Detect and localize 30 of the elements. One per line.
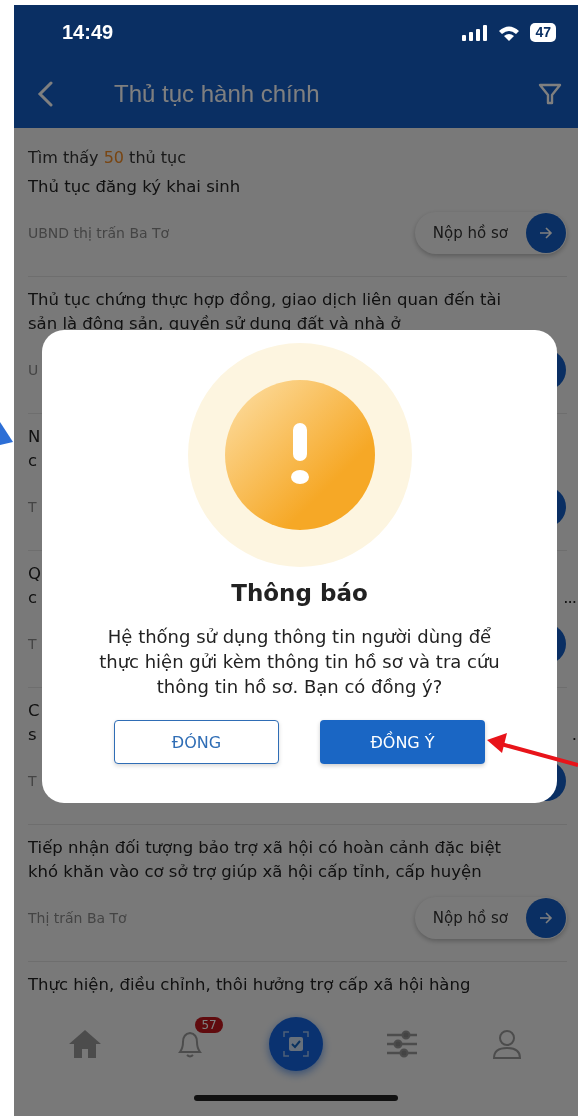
header-title: Thủ tục hành chính — [114, 80, 321, 108]
sliders-icon[interactable] — [385, 1029, 418, 1058]
scan-button[interactable] — [269, 1016, 323, 1071]
battery-level: 47 — [530, 23, 556, 42]
procedure-title[interactable]: Tiếp nhận đối tượng bảo trợ xã hội có hoàn cảnh đặc biệt — [28, 836, 567, 860]
wifi-icon — [498, 24, 521, 41]
filter-icon[interactable] — [538, 82, 562, 106]
person-icon[interactable] — [492, 1028, 523, 1059]
procedure-title: c — [28, 587, 38, 609]
submit-button[interactable]: Nộp hồ sơ — [414, 212, 567, 254]
annotation-arrow — [0, 420, 14, 446]
status-time: 14:49 — [62, 21, 114, 44]
notification-badge: 57 — [195, 1016, 223, 1033]
agree-button[interactable]: ĐỒNG Ý — [320, 720, 485, 764]
dialog-title: Thông báo — [231, 579, 368, 607]
procedure-title[interactable]: khó khăn vào cơ sở trợ giúp xã hội cấp tỉnh, cấp huyện — [28, 860, 567, 884]
scan-icon — [283, 1030, 309, 1057]
close-button[interactable]: ĐÓNG — [114, 720, 279, 764]
procedure-title[interactable]: Thủ tục chứng thực hợp đồng, giao dịch liên quan đến tài — [28, 288, 567, 312]
dialog-message: Hệ thống sử dụng thông tin người dùng để thực hiện gửi kèm thông tin hồ sơ và tra cứu thông tin hồ sơ. Bạn có đồng ý? — [98, 625, 501, 699]
procedure-title-ending: ... — [563, 587, 576, 609]
procedure-title[interactable]: Thủ tục đăng ký khai sinh — [28, 175, 567, 199]
back-icon[interactable] — [36, 81, 54, 107]
procedure-title[interactable]: Thực hiện, điều chỉnh, thôi hưởng trợ cấp xã hội hàng — [28, 973, 567, 997]
signal-icon — [462, 24, 489, 41]
home-icon[interactable] — [67, 1028, 102, 1059]
procedure-title-ending: . — [571, 724, 576, 746]
procedure-title: s — [28, 724, 37, 746]
result-count: Tìm thấy 50 thủ tục — [28, 148, 187, 167]
submit-button[interactable]: Nộp hồ sơ — [414, 897, 567, 939]
